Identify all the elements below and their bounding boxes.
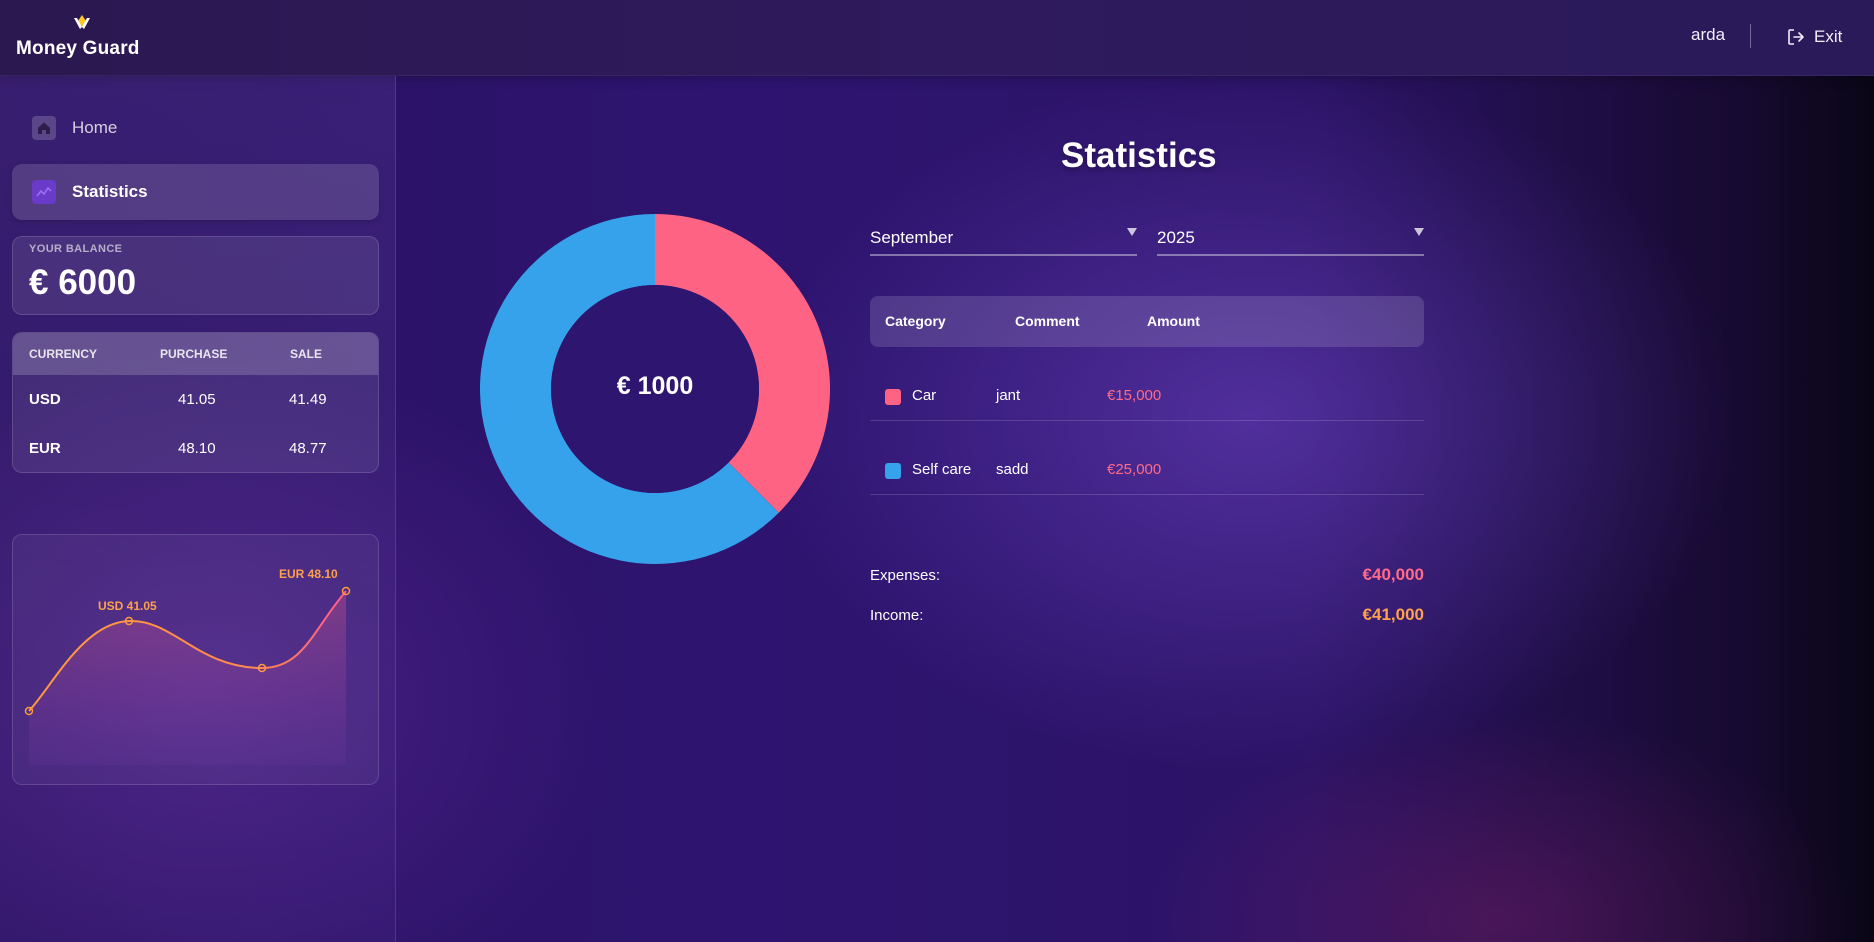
currency-purchase: 48.10 [178, 440, 216, 457]
currency-col-header: CURRENCY [29, 347, 98, 361]
row-amount: €25,000 [1107, 461, 1162, 478]
page-title: Statistics [1061, 136, 1217, 175]
usd-point-label: USD 41.05 [98, 599, 157, 613]
header-divider [1750, 24, 1751, 48]
sidebar-item-home[interactable]: Home [12, 100, 379, 156]
month-select-value: September [870, 228, 954, 247]
month-select[interactable]: September [870, 222, 1137, 256]
expenses-label: Expenses: [870, 567, 941, 584]
comment-header: Comment [1015, 313, 1080, 329]
eur-point-label: EUR 48.10 [279, 567, 338, 581]
exit-label: Exit [1814, 27, 1843, 46]
statistics-icon [32, 180, 56, 204]
row-comment: sadd [996, 461, 1029, 478]
category-color-swatch [885, 463, 901, 479]
currency-trend-chart: USD 41.05 EUR 48.10 [12, 534, 379, 785]
username: arda [1691, 25, 1726, 44]
expenses-value: €40,000 [1362, 565, 1424, 584]
balance-label: YOUR BALANCE [29, 243, 123, 255]
purchase-col-header: PURCHASE [160, 347, 228, 361]
currency-table: CURRENCY PURCHASE SALE USD 41.05 41.49 E… [12, 332, 379, 473]
statistics-table-header: Category Comment Amount [870, 296, 1424, 347]
sidebar: Home Statistics YOUR BALANCE € 6000 CURR… [0, 76, 396, 942]
home-icon [32, 116, 56, 140]
exit-button[interactable]: Exit [1786, 24, 1842, 50]
logo-icon [74, 15, 90, 29]
table-row: Self care sadd €25,000 [870, 449, 1424, 495]
year-select[interactable]: 2025 [1157, 222, 1424, 256]
row-category: Self care [912, 461, 972, 478]
sidebar-item-label: Home [72, 118, 118, 137]
row-comment: jant [996, 387, 1021, 404]
balance-value: € 6000 [29, 263, 137, 302]
balance-card: YOUR BALANCE € 6000 [12, 236, 379, 315]
exit-icon [1788, 29, 1804, 45]
category-color-swatch [885, 389, 901, 405]
year-select-value: 2025 [1157, 228, 1195, 247]
sidebar-item-label: Statistics [72, 182, 148, 201]
sidebar-item-statistics[interactable]: Statistics [12, 164, 379, 220]
donut-center-value: € 1000 [616, 372, 694, 400]
currency-code: EUR [29, 440, 61, 457]
income-label: Income: [870, 607, 924, 624]
logo[interactable]: Money Guard [16, 10, 146, 62]
logo-text: Money Guard [16, 38, 140, 59]
table-row: Car jant €15,000 [870, 375, 1424, 421]
currency-sale: 41.49 [289, 391, 327, 408]
income-value: €41,000 [1362, 605, 1424, 624]
trend-area [29, 591, 346, 765]
chevron-down-icon [1127, 228, 1137, 236]
app-header: Money Guard arda Exit [0, 0, 1874, 76]
row-amount: €15,000 [1107, 387, 1162, 404]
category-header: Category [885, 313, 946, 329]
row-category: Car [912, 387, 937, 404]
sale-col-header: SALE [290, 347, 323, 361]
currency-trend-svg: USD 41.05 EUR 48.10 [24, 567, 351, 765]
chevron-down-icon [1414, 228, 1424, 236]
currency-purchase: 41.05 [178, 391, 216, 408]
amount-header: Amount [1147, 313, 1200, 329]
currency-sale: 48.77 [289, 440, 327, 457]
currency-code: USD [29, 391, 61, 408]
